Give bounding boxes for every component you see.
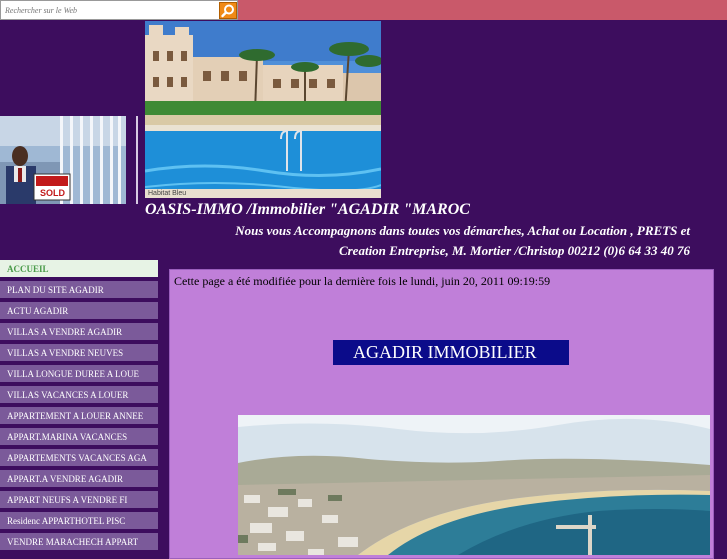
- agadir-bay-photo: [238, 415, 710, 555]
- sidebar-item-appartement-a-louer-annee[interactable]: APPARTEMENT A LOUER ANNEE: [0, 407, 158, 426]
- sidebar-item-appart-neufs-a-vendre-fi[interactable]: APPART NEUFS A VENDRE FI: [0, 491, 158, 510]
- sidebar-item-villas-vacances-a-louer[interactable]: VILLAS VACANCES A LOUER: [0, 386, 158, 405]
- divider: [136, 116, 138, 204]
- last-modified-text: Cette page a été modifiée pour la derniè…: [174, 274, 551, 288]
- sidebar-item-appartements-vacances-aga[interactable]: APPARTEMENTS VACANCES AGA: [0, 449, 158, 468]
- tagline-line-1: Nous vous Accompagnons dans toutes vos d…: [235, 223, 690, 238]
- sidebar-item-residenc-apparthotel-pisc[interactable]: Residenc APPARTHOTEL PISC: [0, 512, 158, 531]
- sidebar-item-villas-a-vendre-neuves[interactable]: VILLAS A VENDRE NEUVES: [0, 344, 158, 363]
- sidebar-item-appart-marina-vacances[interactable]: APPART.MARINA VACANCES: [0, 428, 158, 447]
- sidebar-item-actu-agadir[interactable]: ACTU AGADIR: [0, 302, 158, 321]
- villa-pool-photo: [145, 21, 381, 198]
- sidebar-nav: ACCUEIL PLAN DU SITE AGADIR ACTU AGADIR VIL…: [0, 260, 158, 552]
- search-box: [0, 0, 238, 20]
- search-icon: [221, 4, 234, 18]
- site-title: OASIS-IMMO /Immobilier "AGADIR "MAROC: [145, 201, 470, 218]
- sidebar-item-villas-a-vendre-agadir[interactable]: VILLAS A VENDRE AGADIR: [0, 323, 158, 342]
- site-header: SOLD Habitat Bleu OASIS-IMMO /Immobilier…: [0, 20, 727, 260]
- agent-sold-sign-photo: SOLD: [0, 116, 126, 204]
- sold-sign-text: SOLD: [40, 188, 66, 198]
- page-title: AGADIR IMMOBILIER: [333, 340, 569, 365]
- sidebar-item-vendre-marachech-appart[interactable]: VENDRE MARACHECH APPART: [0, 533, 158, 552]
- photo-caption: Habitat Bleu: [148, 190, 187, 197]
- sidebar-item-plan-du-site-agadir[interactable]: PLAN DU SITE AGADIR: [0, 281, 158, 300]
- search-button[interactable]: [219, 2, 237, 19]
- main-content: Cette page a été modifiée pour la derniè…: [169, 269, 714, 559]
- sidebar-item-appart-a-vendre-agadir[interactable]: APPART.A VENDRE AGADIR: [0, 470, 158, 489]
- top-bar: [0, 0, 727, 20]
- sidebar-item-accueil[interactable]: ACCUEIL: [0, 260, 158, 279]
- sidebar-item-villa-longue-duree-a-loue[interactable]: VILLA LONGUE DUREE A LOUE: [0, 365, 158, 384]
- tagline-line-2: Creation Entreprise, M. Mortier /Christo…: [338, 243, 690, 258]
- search-input[interactable]: [3, 2, 219, 18]
